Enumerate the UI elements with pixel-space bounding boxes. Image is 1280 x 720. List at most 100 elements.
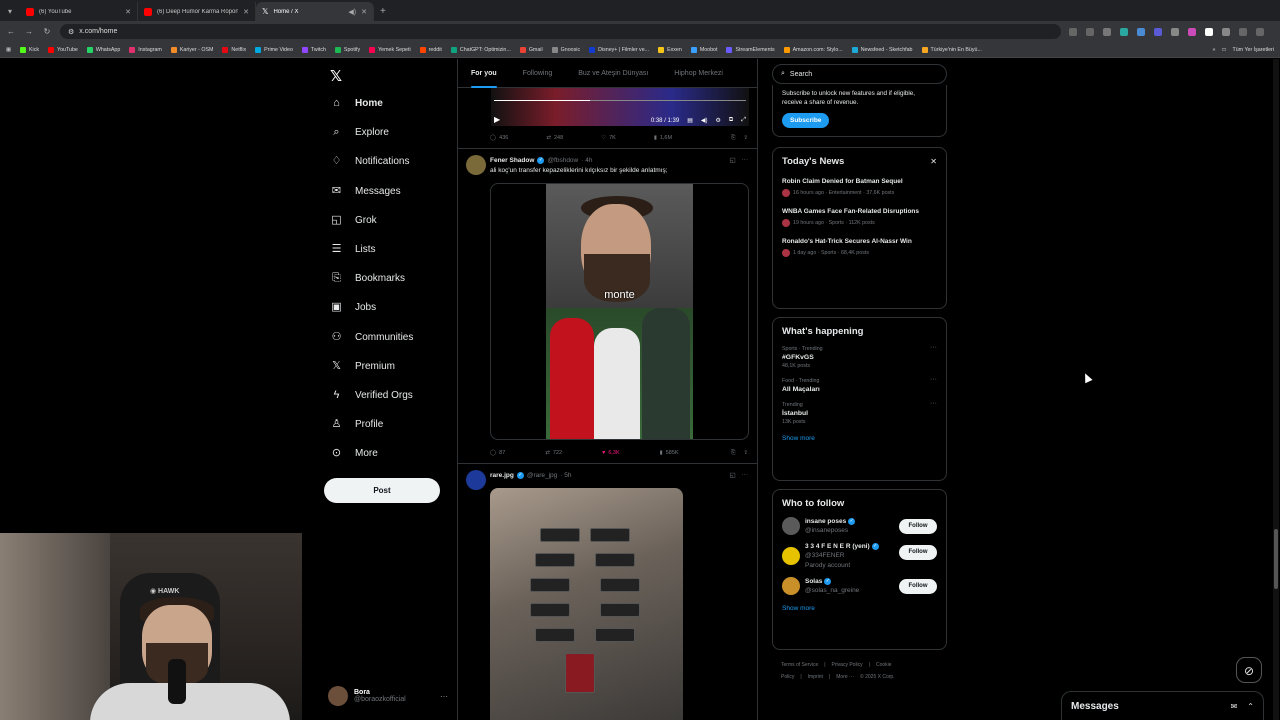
pip-icon[interactable]: ⧉ [729,117,733,124]
show-more-link[interactable]: Show more [782,605,937,612]
avatar[interactable] [782,577,800,595]
bookmark-item[interactable]: Disney+ | Filmler ve... [589,46,649,53]
more-dots-icon[interactable]: ··· [930,344,937,351]
page-scrollbar[interactable] [1273,59,1279,720]
trend-item[interactable]: Trending İstanbul 13K posts ··· [782,400,937,425]
extension-icon[interactable] [1188,27,1196,36]
follow-suggestion[interactable]: insane poses ✓ @insaneposes Follow [782,517,937,535]
sidebar-item-notifications[interactable]: ♢ Notifications [330,147,413,176]
volume-icon[interactable]: ◀) [701,117,708,124]
cast-icon[interactable] [1069,27,1077,36]
close-tab-icon[interactable]: ✕ [361,8,367,16]
speaker-icon[interactable]: ◀) [348,8,356,16]
footer-link[interactable]: Privacy Policy [832,662,863,668]
sidebar-item-messages[interactable]: ✉ Messages [330,177,413,206]
more-dots-icon[interactable]: ··· [930,400,937,407]
post-button[interactable]: Post [324,478,440,503]
tab-list-hiphop[interactable]: Hiphop Merkezi [661,59,736,88]
bookmark-item[interactable]: Türkiye'nin En Büyü... [921,46,982,53]
subscribe-button[interactable]: Subscribe [782,113,830,128]
views[interactable]: ▮ 1,6M [654,135,672,141]
post-media[interactable]: monte [490,183,749,440]
bookmark-item[interactable]: ChatGPT: Optimizin... [450,46,511,53]
post-time[interactable]: · 5h [560,472,571,479]
sidebar-item-home[interactable]: ⌂ Home [330,89,413,118]
tab-following[interactable]: Following [510,59,566,88]
sidebar-item-lists[interactable]: ☰ Lists [330,235,413,264]
fullscreen-icon[interactable]: ⤢ [741,117,746,124]
settings-icon[interactable]: ⚙ [716,117,721,124]
more-dots-icon[interactable]: ··· [440,692,448,701]
bookmark-icon[interactable]: ⎘ [731,135,735,142]
extension-icon[interactable] [1154,27,1162,36]
forward-icon[interactable]: → [24,27,34,36]
follow-suggestion[interactable]: 3 3 4 F E N E R (yeni) ✓ @334FENER Parody a… [782,543,937,569]
sidebar-item-verified-orgs[interactable]: ϟ Verified Orgs [330,381,413,410]
sidebar-item-premium[interactable]: 𝕏 Premium [330,352,413,381]
bookmark-item[interactable]: Newsfeed - Sketchfab [851,46,913,53]
menu-icon[interactable] [1256,27,1264,36]
sidebar-item-bookmarks[interactable]: ⎘ Bookmarks [330,264,413,293]
follow-suggestion[interactable]: Solas ✓ @solas_na_greine Follow [782,577,937,595]
post-time[interactable]: · 4h [581,157,592,164]
tab-list-buz-ve-ates[interactable]: Buz ve Ateşin Dünyası [565,59,661,88]
apps-icon[interactable]: ▦ [6,47,11,53]
bookmark-item[interactable]: Prime Video [255,46,293,53]
bookmark-item[interactable]: StreamElements [726,46,775,53]
news-item[interactable]: Ronaldo's Hat-Trick Secures Al-Nassr Win… [782,237,937,257]
views[interactable]: ▮ 585K [660,450,679,456]
sidebar-item-profile[interactable]: ♙ Profile [330,410,413,439]
new-tab-button[interactable]: + [374,2,392,21]
account-switcher[interactable]: Bora @boraozkofficial ··· [328,684,448,708]
sidebar-item-more[interactable]: ⊙ More [330,439,413,468]
avatar[interactable] [466,155,486,175]
bookmark-item[interactable]: Kick [20,46,39,53]
repost-button[interactable]: ⇄ 722 [545,450,562,456]
reply-button[interactable]: ◯ 436 [490,135,508,141]
sidebar-item-communities[interactable]: ⚇ Communities [330,323,414,352]
bookmark-icon[interactable]: ⎘ [731,450,735,457]
bookmark-item[interactable]: Yemek Sepeti [369,46,411,53]
more-dots-icon[interactable]: ··· [742,471,749,479]
bookmark-item[interactable]: WhatsApp [86,46,120,53]
bookmark-item[interactable]: YouTube [48,46,78,53]
close-tab-icon[interactable]: ✕ [243,8,249,16]
avatar[interactable] [782,547,800,565]
author-name[interactable]: rare.jpg [490,472,514,479]
news-item[interactable]: WNBA Games Face Fan-Related Disruptions 1… [782,207,937,227]
grok-icon[interactable]: ◱ [729,471,735,479]
bookmark-item[interactable]: Twitch [301,46,326,53]
bookmark-item[interactable]: Netflix [222,46,246,53]
share-icon[interactable]: ⇪ [743,135,748,141]
follow-button[interactable]: Follow [899,579,937,594]
footer-link[interactable]: Terms of Service [781,662,818,668]
messages-drawer[interactable]: Messages ✉ ⌃ [1061,691,1264,720]
bookmark-item[interactable]: reddit [419,46,442,53]
trend-item[interactable]: Food · Trending All Maçaları ··· [782,376,937,393]
close-icon[interactable]: ✕ [930,157,937,166]
trend-item[interactable]: Sports · Trending #GFKvGS 48,1K posts ··· [782,344,937,369]
x-logo-icon[interactable]: 𝕏 [330,67,342,85]
follow-button[interactable]: Follow [899,545,937,560]
browser-tab-deep-humor[interactable]: (6) Deep Humor Karma Röportaj ✕ [138,2,256,21]
expand-chevron-icon[interactable]: ⌃ [1247,702,1254,711]
close-tab-icon[interactable]: ✕ [125,8,131,16]
tab-search-icon[interactable]: ▾ [0,2,20,21]
translate-icon[interactable] [1086,27,1094,36]
extension-icon[interactable] [1120,27,1128,36]
bookmark-item[interactable]: Instagram [129,46,162,53]
star-icon[interactable] [1103,27,1111,36]
url-bar[interactable]: ⚙ x.com/home [60,24,1061,39]
scrollbar-thumb[interactable] [1274,529,1278,589]
extension-icon[interactable] [1171,27,1179,36]
like-button[interactable]: ♥ 6,3K [602,450,620,456]
grok-icon[interactable]: ◱ [729,156,735,164]
reload-icon[interactable]: ↻ [42,27,52,36]
extension-icon[interactable] [1137,27,1145,36]
bookmark-item[interactable]: Gnoosic [551,46,580,53]
browser-tab-x-home[interactable]: 𝕏 Home / X ◀) ✕ [256,2,374,21]
more-dots-icon[interactable]: ··· [742,156,749,164]
follow-button[interactable]: Follow [899,519,937,534]
suggestion-name[interactable]: Solas [805,578,822,585]
play-icon[interactable]: ▶ [494,115,500,124]
